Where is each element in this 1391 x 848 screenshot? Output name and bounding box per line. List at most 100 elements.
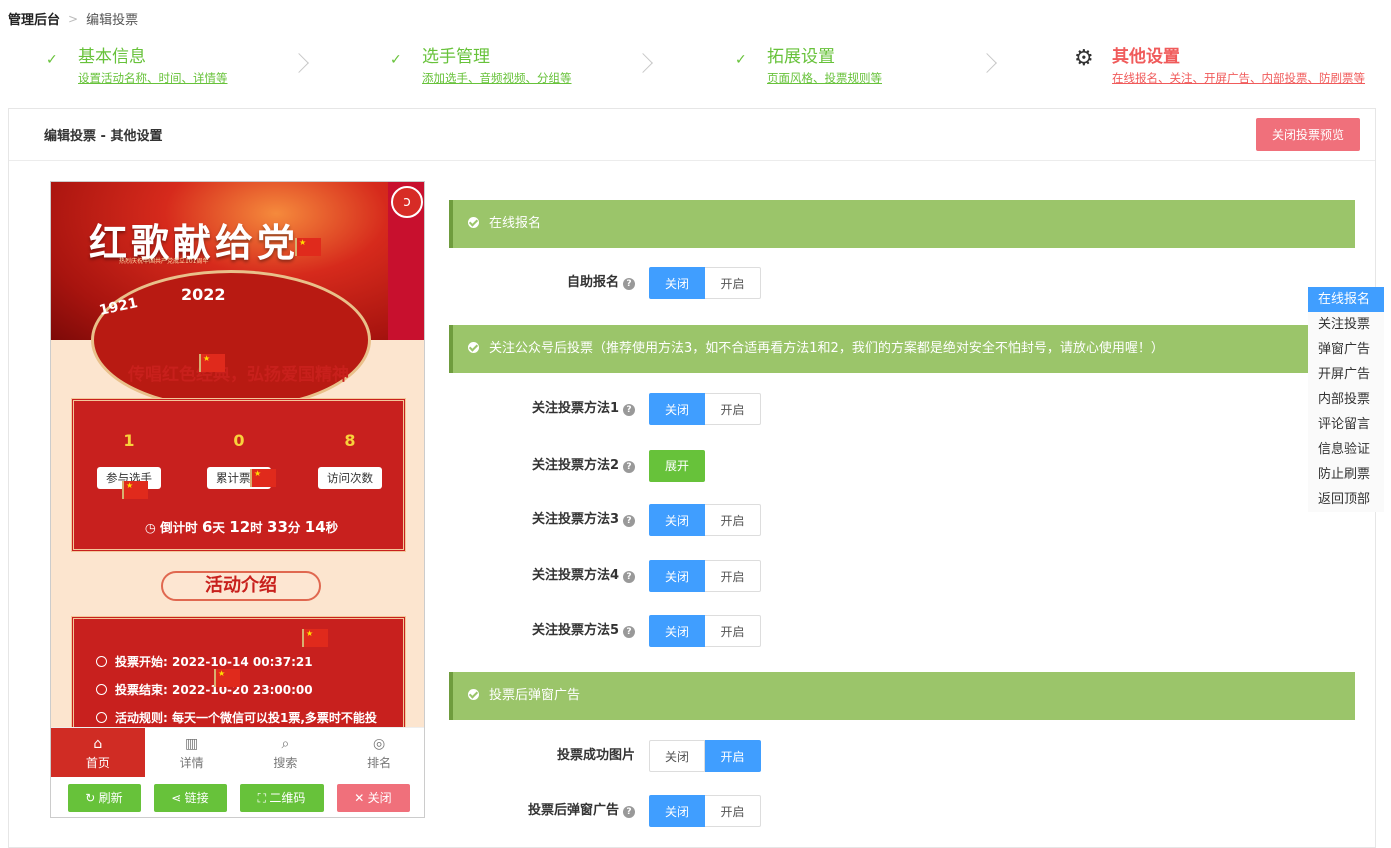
on-option[interactable]: 开启 — [705, 615, 761, 647]
off-option[interactable]: 关闭 — [649, 267, 705, 299]
side-nav-item[interactable]: 关注投票 — [1308, 312, 1384, 337]
setting-method4: 关注投票方法4? 关闭 开启 — [449, 560, 1149, 592]
off-option[interactable]: 关闭 — [649, 504, 705, 536]
tab-search[interactable]: ⌕ 搜索 — [239, 728, 333, 777]
side-nav-item[interactable]: 开屏广告 — [1308, 362, 1384, 387]
chart-icon: ▥ — [185, 736, 199, 752]
link-button[interactable]: ⋖ 链接 — [153, 784, 227, 812]
side-nav-item[interactable]: 信息验证 — [1308, 437, 1384, 462]
tab-details[interactable]: ▥ 详情 — [145, 728, 239, 777]
step-subtitle[interactable]: 设置活动名称、时间、详情等 — [78, 70, 228, 86]
stat-contestants-value: 1 — [123, 431, 135, 450]
info-end: 投票结束: 2022-10-20 23:00:00 — [96, 681, 313, 698]
tab-label: 详情 — [179, 756, 204, 770]
edit-panel: 编辑投票 - 其他设置 关闭投票预览 红歌献给党 热烈庆祝中国共产党成立101周… — [8, 108, 1376, 848]
step-title: 其他设置 — [1112, 47, 1180, 67]
gear-icon: ⚙ — [1074, 46, 1094, 71]
close-preview-button[interactable]: 关闭投票预览 — [1255, 118, 1360, 151]
mobile-preview: 红歌献给党 热烈庆祝中国共产党成立101周年 1921 2022 ↄ 传唱红色经… — [50, 181, 425, 818]
step-title: 基本信息 — [78, 47, 146, 67]
qrcode-button[interactable]: ⛶ 二维码 — [239, 784, 324, 812]
setting-success-image: 投票成功图片 关闭 开启 — [449, 740, 1149, 772]
info-text: 活动规则: 每天一个微信可以投1票,多票时不能投 — [115, 711, 377, 725]
off-option[interactable]: 关闭 — [649, 615, 705, 647]
step-subtitle[interactable]: 页面风格、投票规则等 — [767, 70, 882, 86]
setting-label: 关注投票方法5? — [532, 615, 635, 647]
year-right: 2022 — [181, 285, 226, 304]
close-button[interactable]: ✕ 关闭 — [336, 784, 410, 812]
section-online-signup: 在线报名 — [449, 200, 1355, 248]
help-icon[interactable]: ? — [623, 571, 635, 583]
help-icon[interactable]: ? — [623, 626, 635, 638]
on-option[interactable]: 开启 — [705, 267, 761, 299]
label-text: 关注投票方法5 — [531, 623, 619, 638]
on-option[interactable]: 开启 — [705, 504, 761, 536]
side-nav-item[interactable]: 评论留言 — [1308, 412, 1384, 437]
check-icon: ✓ — [735, 52, 747, 68]
flag-icon — [250, 469, 276, 487]
expand-button[interactable]: 展开 — [649, 450, 705, 482]
breadcrumb: 管理后台 > 编辑投票 — [8, 9, 139, 29]
step-subtitle[interactable]: 在线报名、关注、开屏广告、内部投票、防刷票等 — [1112, 70, 1365, 86]
setting-label: 关注投票方法1? — [532, 393, 635, 425]
clock-icon: ◷ — [144, 520, 156, 535]
on-option[interactable]: 开启 — [705, 795, 761, 827]
flag-icon — [302, 629, 328, 647]
step-wizard: ✓ 基本信息 设置活动名称、时间、详情等 ✓ 选手管理 添加选手、音频视频、分组… — [0, 38, 1391, 100]
stats-box: 1 0 8 参与选手 累计票数 访问次数 ◷ 倒计时 6天 12时 33分 14… — [71, 398, 406, 552]
flag-icon — [295, 238, 321, 256]
check-circle-icon — [468, 689, 479, 700]
home-icon: ⌂ — [93, 736, 103, 752]
countdown: ◷ 倒计时 6天 12时 33分 14秒 — [74, 517, 409, 536]
countdown-unit: 秒 — [325, 520, 339, 535]
off-option[interactable]: 关闭 — [649, 795, 705, 827]
help-icon[interactable]: ? — [623, 461, 635, 473]
label-text: 自助报名 — [566, 275, 619, 290]
info-start: 投票开始: 2022-10-14 00:37:21 — [96, 653, 313, 670]
refresh-button[interactable]: ↻ 刷新 — [67, 784, 141, 812]
tab-ranking[interactable]: ◎ 排名 — [332, 728, 424, 777]
help-icon[interactable]: ? — [623, 515, 635, 527]
off-option[interactable]: 关闭 — [649, 393, 705, 425]
label-text: 关注投票方法3 — [531, 512, 619, 527]
clock-icon — [96, 656, 107, 667]
help-icon[interactable]: ? — [623, 404, 635, 416]
help-icon[interactable]: ? — [623, 278, 635, 290]
setting-label: 关注投票方法3? — [532, 504, 635, 536]
label-text: 关注投票方法4 — [531, 568, 619, 583]
banner-subtitle: 热烈庆祝中国共产党成立101周年 — [119, 258, 209, 265]
side-nav-item[interactable]: 返回顶部 — [1308, 487, 1384, 512]
label-text: 投票后弹窗广告 — [527, 803, 619, 818]
step-subtitle[interactable]: 添加选手、音频视频、分组等 — [422, 70, 572, 86]
section-title: 投票后弹窗广告 — [489, 688, 581, 703]
flag-icon — [214, 669, 240, 687]
setting-self-signup: 自助报名? 关闭 开启 — [449, 267, 1149, 299]
side-nav-item[interactable]: 在线报名 — [1308, 287, 1384, 312]
music-icon[interactable]: ↄ — [391, 186, 423, 218]
tab-label: 搜索 — [273, 756, 298, 770]
setting-method2: 关注投票方法2? 展开 — [449, 450, 1149, 482]
section-title: 在线报名 — [489, 216, 542, 231]
intro-heading: 活动介绍 — [161, 571, 321, 601]
section-popup-ad: 投票后弹窗广告 — [449, 672, 1355, 720]
breadcrumb-current: 编辑投票 — [86, 13, 139, 28]
side-nav-item[interactable]: 弹窗广告 — [1308, 337, 1384, 362]
side-nav-item[interactable]: 内部投票 — [1308, 387, 1384, 412]
off-option[interactable]: 关闭 — [649, 560, 705, 592]
panel-title: 编辑投票 - 其他设置 — [44, 129, 163, 144]
check-icon: ✓ — [390, 52, 402, 68]
off-option[interactable]: 关闭 — [649, 740, 705, 772]
help-icon[interactable]: ? — [623, 806, 635, 818]
on-option[interactable]: 开启 — [705, 560, 761, 592]
countdown-secs: 14 — [304, 518, 326, 536]
slogan: 传唱红色经典，弘扬爱国精神 — [128, 365, 349, 385]
toggle-group: 关闭 开启 — [649, 393, 761, 425]
tab-home[interactable]: ⌂ 首页 — [51, 728, 145, 777]
side-nav-item[interactable]: 防止刷票 — [1308, 462, 1384, 487]
setting-popup-after: 投票后弹窗广告? 关闭 开启 — [449, 795, 1149, 827]
toggle-group: 关闭 开启 — [649, 267, 761, 299]
on-option[interactable]: 开启 — [705, 740, 761, 772]
on-option[interactable]: 开启 — [705, 393, 761, 425]
breadcrumb-root[interactable]: 管理后台 — [8, 9, 60, 28]
setting-label: 投票后弹窗广告? — [528, 795, 635, 827]
